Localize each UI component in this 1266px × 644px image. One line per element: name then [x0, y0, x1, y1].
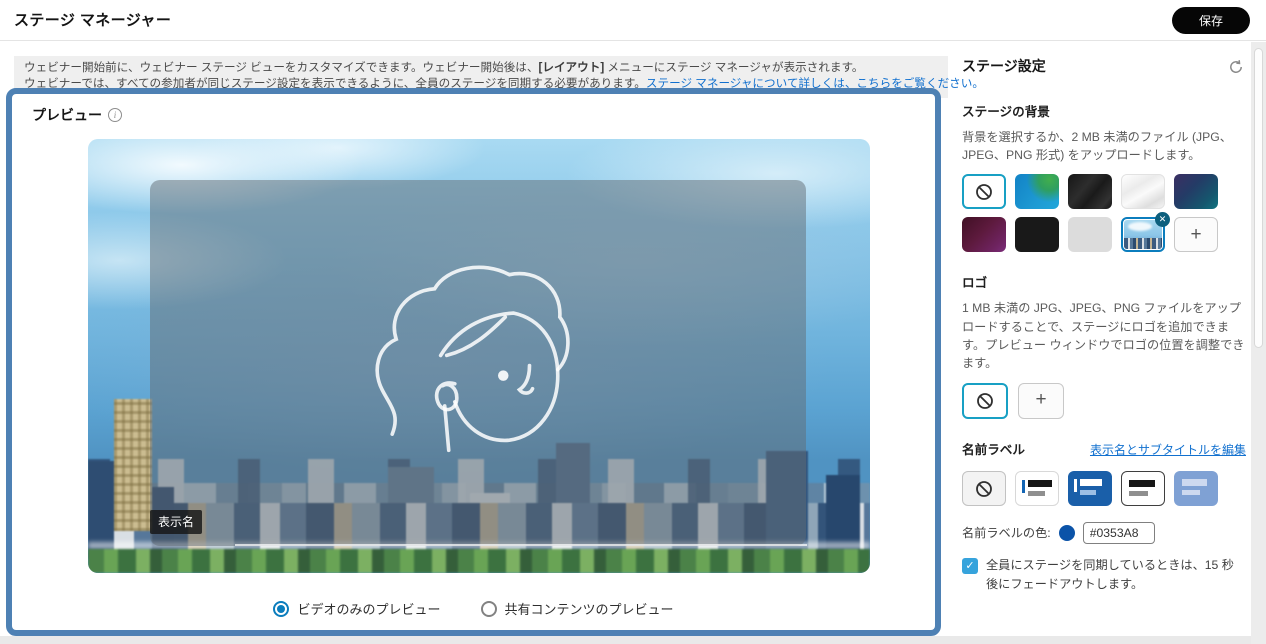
radio-video-only-preview[interactable]: ビデオのみのプレビュー	[273, 599, 441, 618]
color-hex-input[interactable]	[1082, 522, 1155, 545]
stage-background-image: 表示名	[88, 139, 870, 573]
background-options-grid: ✕ +	[962, 174, 1246, 253]
preview-title: プレビュー i	[32, 105, 122, 125]
background-option-light-wave[interactable]	[1121, 174, 1165, 210]
stage-settings-title: ステージ設定	[962, 58, 1046, 74]
background-option-indigo-teal[interactable]	[1174, 174, 1218, 210]
name-label-title: 名前ラベル	[962, 442, 1025, 457]
name-label-style-outlined[interactable]	[1121, 471, 1165, 507]
name-label-style-translucent[interactable]	[1174, 471, 1218, 507]
radio-video-only-label: ビデオのみのプレビュー	[297, 602, 441, 617]
radio-unselected-icon	[480, 600, 497, 617]
reset-button[interactable]	[1226, 57, 1246, 77]
scrollbar-track	[1251, 42, 1266, 644]
upload-logo-button[interactable]: +	[1018, 382, 1064, 419]
radio-shared-content-label: 共有コンテンツのプレビュー	[504, 602, 674, 617]
preview-mode-radios: ビデオのみのプレビュー 共有コンテンツのプレビュー	[12, 599, 935, 618]
banner-layout-menu-ref: [レイアウト]	[538, 61, 605, 74]
avatar-line-art	[375, 265, 570, 453]
info-icon[interactable]: i	[108, 108, 122, 122]
logo-description: 1 MB 未満の JPG、JPEG、PNG ファイルをアップロードすることで、ス…	[962, 301, 1245, 371]
remove-background-icon[interactable]: ✕	[1155, 212, 1170, 228]
name-label-style-accent-bar[interactable]	[1015, 471, 1059, 507]
preview-card: プレビュー i 表示名 ビデオのみのプレビュー 共有コンテンツのプレビュー	[6, 88, 941, 636]
banner-line-1: ウェビナー開始前に、ウェビナー ステージ ビューをカスタマイズできます。ウェビナ…	[24, 61, 864, 74]
page-bottom-strip	[0, 636, 1266, 644]
radio-shared-content-preview[interactable]: 共有コンテンツのプレビュー	[480, 599, 674, 618]
top-bar: ステージ マネージャー 保存	[0, 0, 1266, 41]
prohibition-icon	[976, 184, 992, 200]
background-option-light-gray[interactable]	[1068, 217, 1112, 253]
save-button[interactable]: 保存	[1171, 7, 1250, 34]
logo-none-option[interactable]	[962, 382, 1008, 419]
background-option-blue-green[interactable]	[1015, 174, 1059, 210]
fade-checkbox-label: 全員にステージを同期しているときは、15 秒後にフェードアウトします。	[986, 558, 1234, 591]
prohibition-icon	[977, 392, 993, 409]
name-label-color-label: 名前ラベルの色:	[962, 526, 1051, 541]
upload-background-button[interactable]: +	[1174, 217, 1218, 253]
color-swatch[interactable]	[1058, 525, 1075, 542]
background-option-black[interactable]	[1015, 217, 1059, 253]
name-label-style-solid-blue[interactable]	[1068, 471, 1112, 507]
refresh-icon	[1230, 59, 1242, 73]
stage-background-description: 背景を選択するか、2 MB 未満のファイル (JPG、JPEG、PNG 形式) …	[962, 129, 1232, 163]
page-title: ステージ マネージャー	[14, 12, 172, 29]
scrollbar-thumb[interactable]	[1254, 48, 1263, 348]
fade-checkbox-checked[interactable]: ✓	[962, 558, 978, 575]
display-name-label[interactable]: 表示名	[150, 510, 203, 534]
radio-selected-icon	[273, 600, 290, 617]
background-option-maroon-magenta[interactable]	[962, 217, 1006, 253]
logo-options: +	[962, 382, 1246, 419]
edit-display-name-link[interactable]: 表示名とサブタイトルを編集	[1090, 441, 1246, 459]
stage-background-title: ステージの背景	[962, 105, 1050, 119]
stage-settings-panel: ステージ設定 ステージの背景 背景を選択するか、2 MB 未満のファイル (JP…	[962, 56, 1246, 593]
background-option-city-photo-selected[interactable]: ✕	[1121, 212, 1170, 253]
background-none-option[interactable]	[962, 174, 1006, 210]
name-label-style-options	[962, 471, 1246, 507]
name-label-none-option[interactable]	[962, 471, 1006, 507]
logo-title: ロゴ	[962, 276, 988, 291]
video-tile-baseline	[235, 544, 807, 546]
prohibition-icon	[976, 481, 992, 497]
background-option-dark-wave[interactable]	[1068, 174, 1112, 210]
